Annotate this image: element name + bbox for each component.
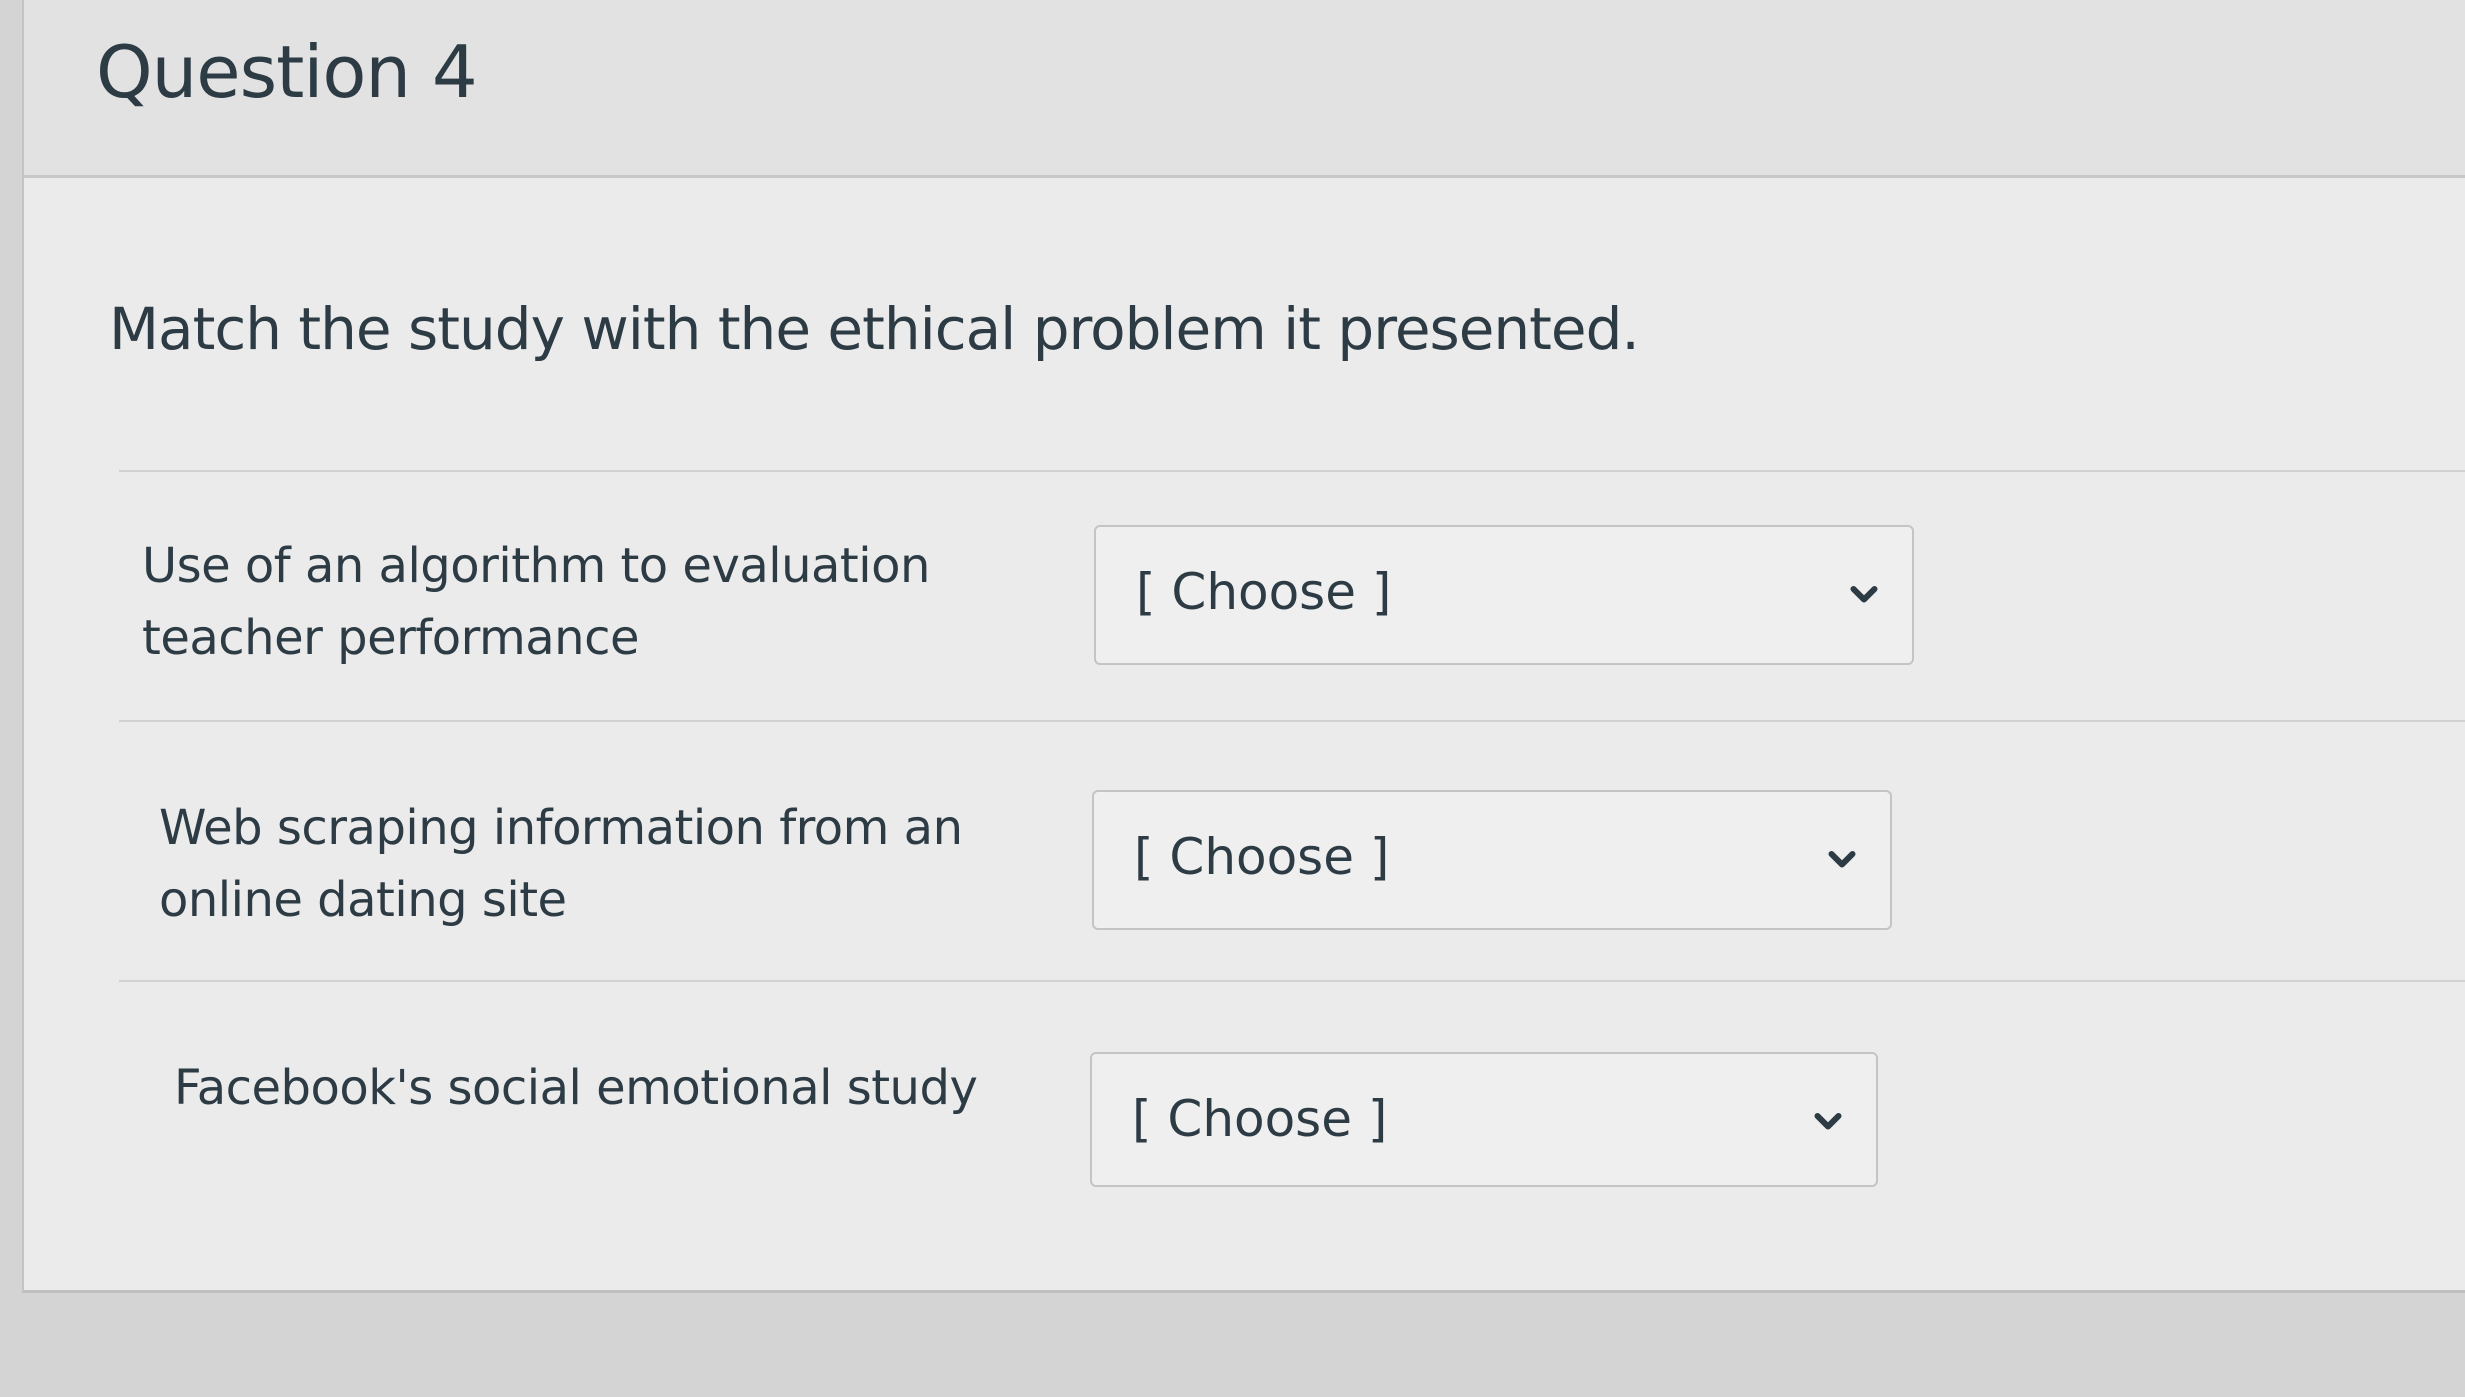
match-label: Facebook's social emotional study [174, 1060, 978, 1116]
select-value: [ Choose ] [1132, 1090, 1388, 1148]
match-label: Use of an algorithm to evaluation teache… [142, 538, 930, 666]
question-card: Question 4 Match the study with the ethi… [22, 0, 2465, 1293]
divider [119, 720, 2465, 722]
match-select-dropdown[interactable]: [ Choose ] [1094, 525, 1914, 665]
chevron-down-icon [1814, 1113, 1842, 1130]
match-select-dropdown[interactable]: [ Choose ] [1090, 1052, 1878, 1187]
match-select-dropdown[interactable]: [ Choose ] [1092, 790, 1892, 930]
select-value: [ Choose ] [1136, 563, 1392, 621]
chevron-down-icon [1828, 851, 1856, 868]
question-prompt: Match the study with the ethical problem… [109, 295, 1640, 363]
divider [119, 470, 2465, 472]
question-title: Question 4 [96, 30, 478, 114]
question-header: Question 4 [24, 0, 2465, 178]
divider [119, 980, 2465, 982]
match-label: Web scraping information from an online … [159, 800, 963, 928]
chevron-down-icon [1850, 586, 1878, 603]
select-value: [ Choose ] [1134, 828, 1390, 886]
